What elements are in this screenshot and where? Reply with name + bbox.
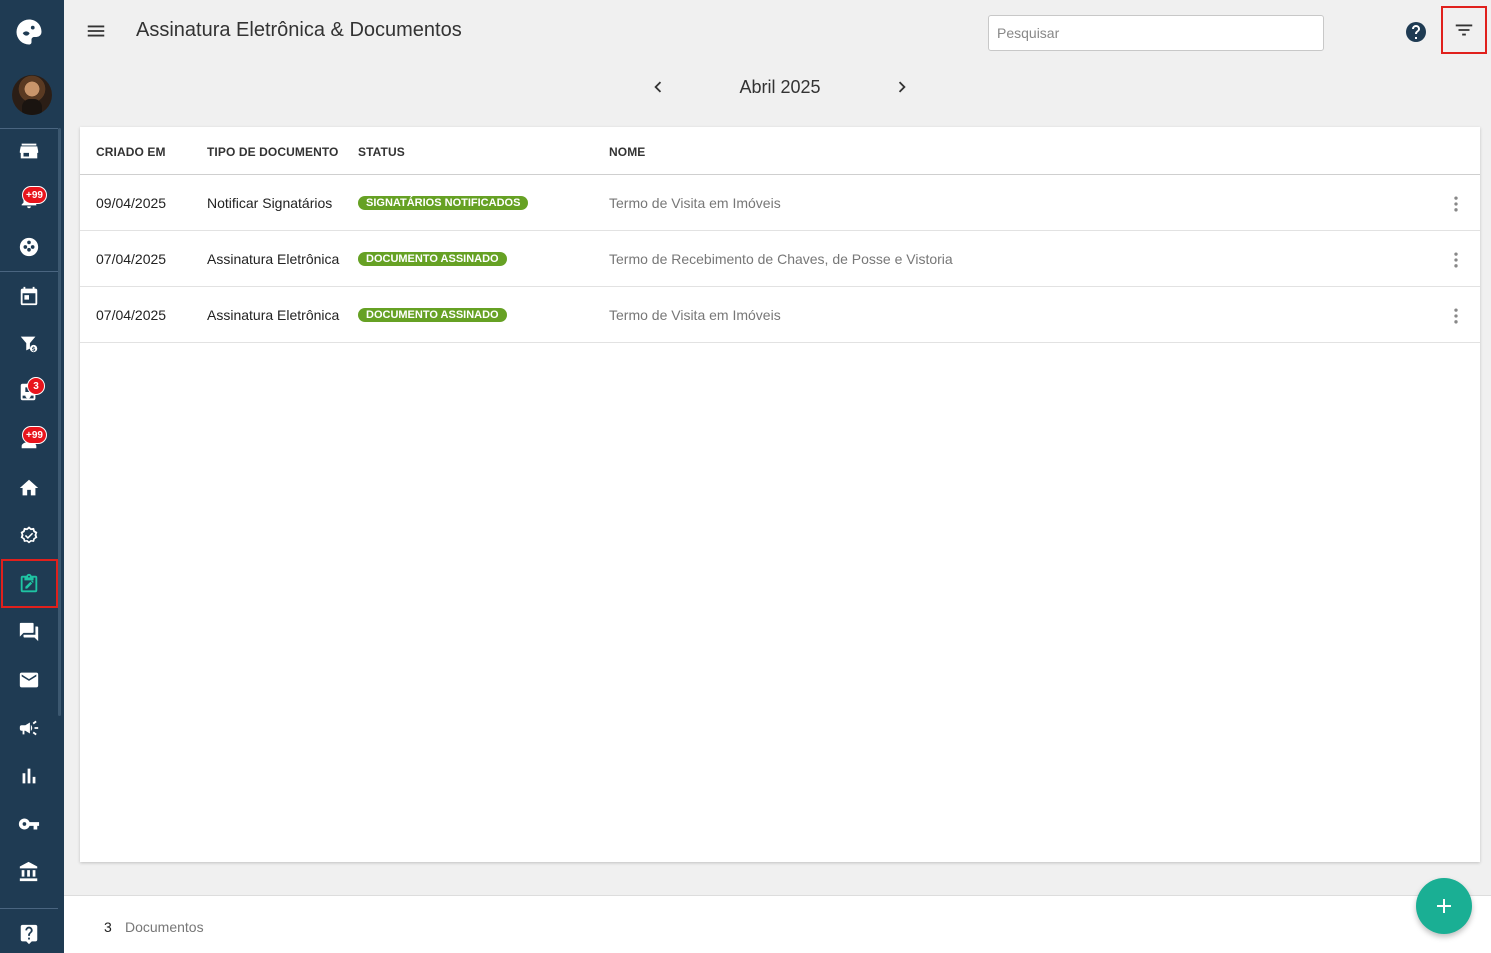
home-icon: [19, 479, 39, 496]
created-date: 09/04/2025: [96, 195, 167, 211]
help-icon: [1406, 22, 1426, 42]
column-header-type[interactable]: TIPO DE DOCUMENTO: [207, 145, 339, 159]
documents-table: CRIADO EM TIPO DE DOCUMENTO STATUS NOME …: [80, 127, 1480, 862]
footer: 3 Documentos: [64, 895, 1491, 953]
active-item-highlight: [1, 559, 58, 608]
created-date: 07/04/2025: [96, 307, 167, 323]
chevron-right-icon: [898, 81, 906, 93]
app-logo[interactable]: [0, 8, 58, 56]
row-menu-button[interactable]: [1444, 304, 1468, 328]
sidebar-item-funnel[interactable]: [0, 320, 58, 368]
sidebar-scrollbar[interactable]: [58, 128, 61, 716]
month-label: Abril 2025: [739, 77, 821, 97]
search-input[interactable]: [988, 15, 1324, 51]
document-count-label: Documentos: [125, 919, 204, 935]
calendar-icon: [20, 286, 38, 306]
group-icon: [19, 237, 39, 257]
table-row[interactable]: 07/04/2025 Assinatura Eletrônica DOCUMEN…: [80, 231, 1480, 287]
row-menu-button[interactable]: [1444, 192, 1468, 216]
funnel-money-icon: [20, 336, 38, 353]
column-header-status[interactable]: STATUS: [358, 145, 405, 159]
more-vert-icon: [1454, 308, 1458, 324]
sidebar-item-groups[interactable]: [0, 223, 58, 271]
previous-month-button[interactable]: [646, 75, 670, 99]
sidebar-item-keys[interactable]: [0, 800, 58, 848]
table-row[interactable]: 09/04/2025 Notificar Signatários SIGNATÁ…: [80, 175, 1480, 231]
chevron-left-icon: [654, 81, 662, 93]
mail-icon: [19, 672, 39, 688]
plus-icon: [1437, 899, 1451, 913]
chat-icon: [19, 622, 39, 642]
avatar[interactable]: [12, 75, 52, 115]
sidebar-item-support[interactable]: [0, 910, 58, 953]
sidebar-item-campaigns[interactable]: [0, 704, 58, 752]
document-name: Termo de Visita em Imóveis: [609, 195, 781, 211]
contacts-badge: +99: [22, 426, 47, 444]
sidebar-divider: [0, 908, 58, 909]
sidebar-item-store[interactable]: [0, 127, 58, 175]
sidebar: +99 3 +99: [0, 0, 64, 953]
sidebar-item-bank[interactable]: [0, 848, 58, 896]
page-title: Assinatura Eletrônica & Documentos: [136, 19, 462, 41]
menu-button[interactable]: [82, 18, 110, 44]
next-month-button[interactable]: [890, 75, 914, 99]
row-menu-button[interactable]: [1444, 248, 1468, 272]
table-header: CRIADO EM TIPO DE DOCUMENTO STATUS NOME: [80, 127, 1480, 175]
more-vert-icon: [1454, 252, 1458, 268]
more-vert-icon: [1454, 196, 1458, 212]
sidebar-item-contacts[interactable]: +99: [0, 416, 58, 464]
status-badge: DOCUMENTO ASSINADO: [358, 252, 507, 266]
document-count: 3: [104, 919, 112, 935]
sidebar-item-chat[interactable]: [0, 608, 58, 656]
support-icon: [20, 924, 38, 945]
sidebar-item-notifications[interactable]: +99: [0, 175, 58, 223]
help-button[interactable]: [1403, 19, 1429, 45]
document-type: Assinatura Eletrônica: [207, 307, 340, 323]
document-name: Termo de Visita em Imóveis: [609, 307, 781, 323]
column-header-name[interactable]: NOME: [609, 145, 645, 159]
verified-icon: [20, 526, 38, 544]
column-header-created[interactable]: CRIADO EM: [96, 145, 166, 159]
status-badge: SIGNATÁRIOS NOTIFICADOS: [358, 196, 529, 210]
sidebar-item-home[interactable]: [0, 464, 58, 512]
document-type: Notificar Signatários: [207, 195, 333, 211]
add-document-button[interactable]: [1416, 878, 1472, 934]
sidebar-item-tasks[interactable]: 3: [0, 368, 58, 416]
table-row[interactable]: 07/04/2025 Assinatura Eletrônica DOCUMEN…: [80, 287, 1480, 343]
sidebar-item-calendar[interactable]: [0, 272, 58, 320]
document-type: Assinatura Eletrônica: [207, 251, 340, 267]
document-name: Termo de Recebimento de Chaves, de Posse…: [609, 251, 953, 267]
logo-icon: [16, 19, 42, 45]
notifications-badge: +99: [22, 186, 47, 204]
filter-button[interactable]: [1441, 6, 1487, 54]
sidebar-item-reports[interactable]: [0, 752, 58, 800]
menu-icon: [87, 25, 105, 37]
filter-icon: [1455, 24, 1473, 36]
key-icon: [18, 818, 40, 830]
sidebar-item-mail[interactable]: [0, 656, 58, 704]
created-date: 07/04/2025: [96, 251, 167, 267]
storefront-icon: [19, 143, 39, 159]
tasks-badge: 3: [27, 377, 45, 395]
campaign-icon: [19, 720, 39, 736]
bar-chart-icon: [22, 768, 36, 784]
status-badge: DOCUMENTO ASSINADO: [358, 308, 507, 322]
sidebar-item-verified[interactable]: [0, 512, 58, 560]
bank-icon: [19, 861, 38, 882]
